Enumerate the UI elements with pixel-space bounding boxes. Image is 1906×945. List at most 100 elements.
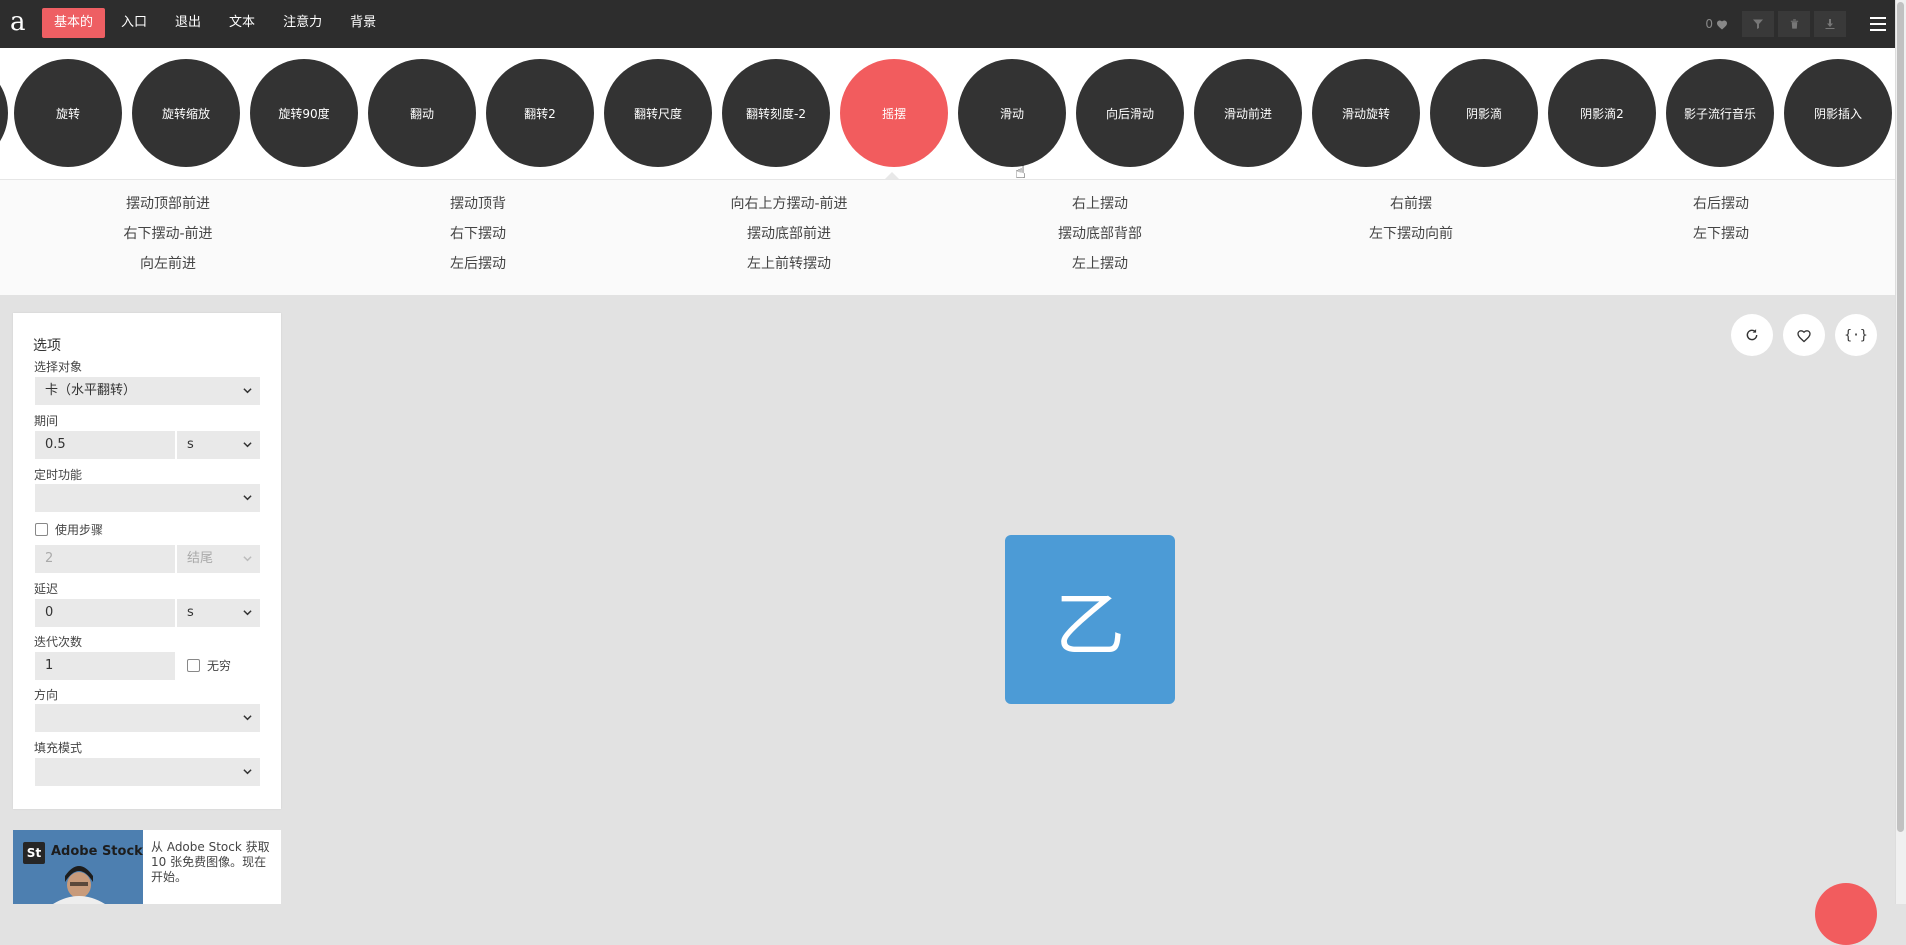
animation-item[interactable]: 翻转刻度-2 [722, 59, 830, 167]
delay-unit: s [187, 605, 194, 620]
target-value: 卡（水平翻转） [45, 383, 137, 398]
animation-item[interactable]: 向后滑动 [1076, 59, 1184, 167]
variant-item[interactable]: 右后摆动 [1606, 194, 1836, 214]
steps-value: 2 [45, 551, 54, 566]
menu-item-background[interactable]: 背景 [338, 8, 388, 38]
animation-item[interactable]: 阴影滴2 [1548, 59, 1656, 167]
preview-card[interactable]: 乙 [1005, 535, 1175, 704]
favorites-count: 0 [1705, 17, 1713, 31]
hamburger-icon [1870, 17, 1886, 31]
variant-item[interactable]: 左下摆动向前 [1296, 224, 1526, 244]
variant-item[interactable]: 左后摆动 [363, 254, 593, 274]
animation-item[interactable]: 旋转 [14, 59, 122, 167]
variant-panel: 摆动顶部前进 右下摆动-前进 向左前进 摆动顶背 右下摆动 左后摆动 向右上方摆… [0, 179, 1896, 295]
duration-unit: s [187, 437, 194, 452]
card-letter: 乙 [1055, 584, 1125, 666]
menu-item-attention[interactable]: 注意力 [271, 8, 334, 38]
delay-unit-select[interactable]: s [177, 599, 260, 627]
steps-input[interactable]: 2 [35, 545, 175, 573]
variant-item[interactable]: 左上摆动 [985, 254, 1215, 274]
code-button[interactable]: {·} [1835, 314, 1877, 356]
variant-item[interactable]: 右上摆动 [985, 194, 1215, 214]
active-pointer [885, 172, 899, 179]
variant-item[interactable]: 右下摆动-前进 [53, 224, 283, 244]
iterations-value: 1 [45, 658, 54, 673]
chevron-down-icon [243, 610, 252, 616]
direction-label: 方向 [34, 688, 59, 702]
trash-icon [1790, 19, 1798, 29]
animation-carousel: 旋转 旋转缩放 旋转90度 翻动 翻转2 翻转尺度 翻转刻度-2 摇摆 滑动 向… [0, 59, 1896, 167]
duration-input[interactable]: 0.5 [35, 431, 175, 459]
duration-value: 0.5 [45, 437, 66, 452]
chevron-down-icon [243, 556, 252, 562]
toolbar: 0 [1705, 0, 1896, 48]
ad-image: St Adobe Stock [13, 830, 143, 904]
person-illustration [53, 866, 105, 904]
variant-item[interactable]: 摆动顶背 [363, 194, 593, 214]
animation-item[interactable]: 滑动旋转 [1312, 59, 1420, 167]
code-icon: {·} [1844, 327, 1868, 343]
variant-item[interactable]: 摆动顶部前进 [53, 194, 283, 214]
iterations-input[interactable]: 1 [35, 652, 175, 680]
heart-icon [1717, 20, 1727, 29]
options-panel: 选项 选择对象 卡（水平翻转） 期间 0.5 s 定时功能 使用步骤 2 结尾 … [13, 313, 281, 809]
menu-item-basic[interactable]: 基本的 [42, 8, 106, 38]
animation-item[interactable]: 翻转尺度 [604, 59, 712, 167]
variant-item[interactable]: 摆动底部前进 [674, 224, 904, 244]
refresh-icon [1746, 329, 1758, 341]
animation-item[interactable]: 滑动前进 [1194, 59, 1302, 167]
animation-item-active[interactable]: 摇摆 [840, 59, 948, 167]
scrollbar[interactable] [1895, 0, 1906, 904]
delay-value: 0 [45, 605, 54, 620]
animation-item-previous[interactable] [0, 59, 8, 167]
direction-select[interactable] [35, 704, 260, 732]
ad-text: 从 Adobe Stock 获取 10 张免费图像。现在开始。 [151, 840, 270, 884]
variant-item[interactable]: 左上前转摆动 [674, 254, 904, 274]
infinite-checkbox[interactable] [187, 659, 200, 672]
top-bar: a 基本的 入口 退出 文本 注意力 背景 0 [0, 0, 1896, 48]
download-button[interactable] [1814, 11, 1846, 37]
menu-item-text[interactable]: 文本 [217, 8, 267, 38]
animation-item[interactable]: 滑动 [958, 59, 1066, 167]
filter-button[interactable] [1742, 11, 1774, 37]
favorite-button[interactable] [1783, 314, 1825, 356]
animation-item[interactable]: 翻动 [368, 59, 476, 167]
menu-button[interactable] [1860, 0, 1896, 48]
animation-item[interactable]: 阴影滴 [1430, 59, 1538, 167]
variant-item[interactable]: 右下摆动 [363, 224, 593, 244]
delay-input[interactable]: 0 [35, 599, 175, 627]
scrollbar-thumb[interactable] [1897, 2, 1904, 832]
animation-panel: 旋转 旋转缩放 旋转90度 翻动 翻转2 翻转尺度 翻转刻度-2 摇摆 滑动 向… [0, 48, 1896, 295]
timing-select[interactable] [35, 484, 260, 512]
menu-item-entrance[interactable]: 入口 [109, 8, 159, 38]
infinite-label: 无穷 [207, 659, 232, 673]
steps-checkbox[interactable] [35, 523, 48, 536]
animation-item[interactable]: 旋转缩放 [132, 59, 240, 167]
hand-cursor-icon: ☝ [1015, 162, 1026, 183]
steps-mode-select[interactable]: 结尾 [177, 545, 260, 573]
iterations-label: 迭代次数 [34, 635, 83, 649]
filter-icon [1753, 19, 1763, 29]
steps-mode: 结尾 [187, 551, 214, 566]
animation-item[interactable]: 翻转2 [486, 59, 594, 167]
animation-item[interactable]: 旋转90度 [250, 59, 358, 167]
variant-item[interactable]: 向左前进 [53, 254, 283, 274]
ad-banner[interactable]: St Adobe Stock 从 Adobe Stock 获取 10 张免费图像… [13, 830, 281, 904]
replay-button[interactable] [1731, 314, 1773, 356]
delete-button[interactable] [1778, 11, 1810, 37]
variant-item[interactable]: 左下摆动 [1606, 224, 1836, 244]
target-select[interactable]: 卡（水平翻转） [35, 377, 260, 405]
animation-item[interactable]: 影子流行音乐 [1666, 59, 1774, 167]
fill-mode-select[interactable] [35, 758, 260, 786]
animation-item[interactable]: 阴影插入 [1784, 59, 1892, 167]
floating-action-button[interactable] [1815, 883, 1877, 945]
favorites-counter[interactable]: 0 [1705, 17, 1728, 31]
duration-unit-select[interactable]: s [177, 431, 260, 459]
logo[interactable]: a [10, 5, 26, 39]
variant-item[interactable]: 摆动底部背部 [985, 224, 1215, 244]
heart-outline-icon [1797, 329, 1811, 342]
menu-item-exit[interactable]: 退出 [163, 8, 213, 38]
chevron-down-icon [243, 715, 252, 721]
variant-item[interactable]: 向右上方摆动-前进 [674, 194, 904, 214]
variant-item[interactable]: 右前摆 [1296, 194, 1526, 214]
